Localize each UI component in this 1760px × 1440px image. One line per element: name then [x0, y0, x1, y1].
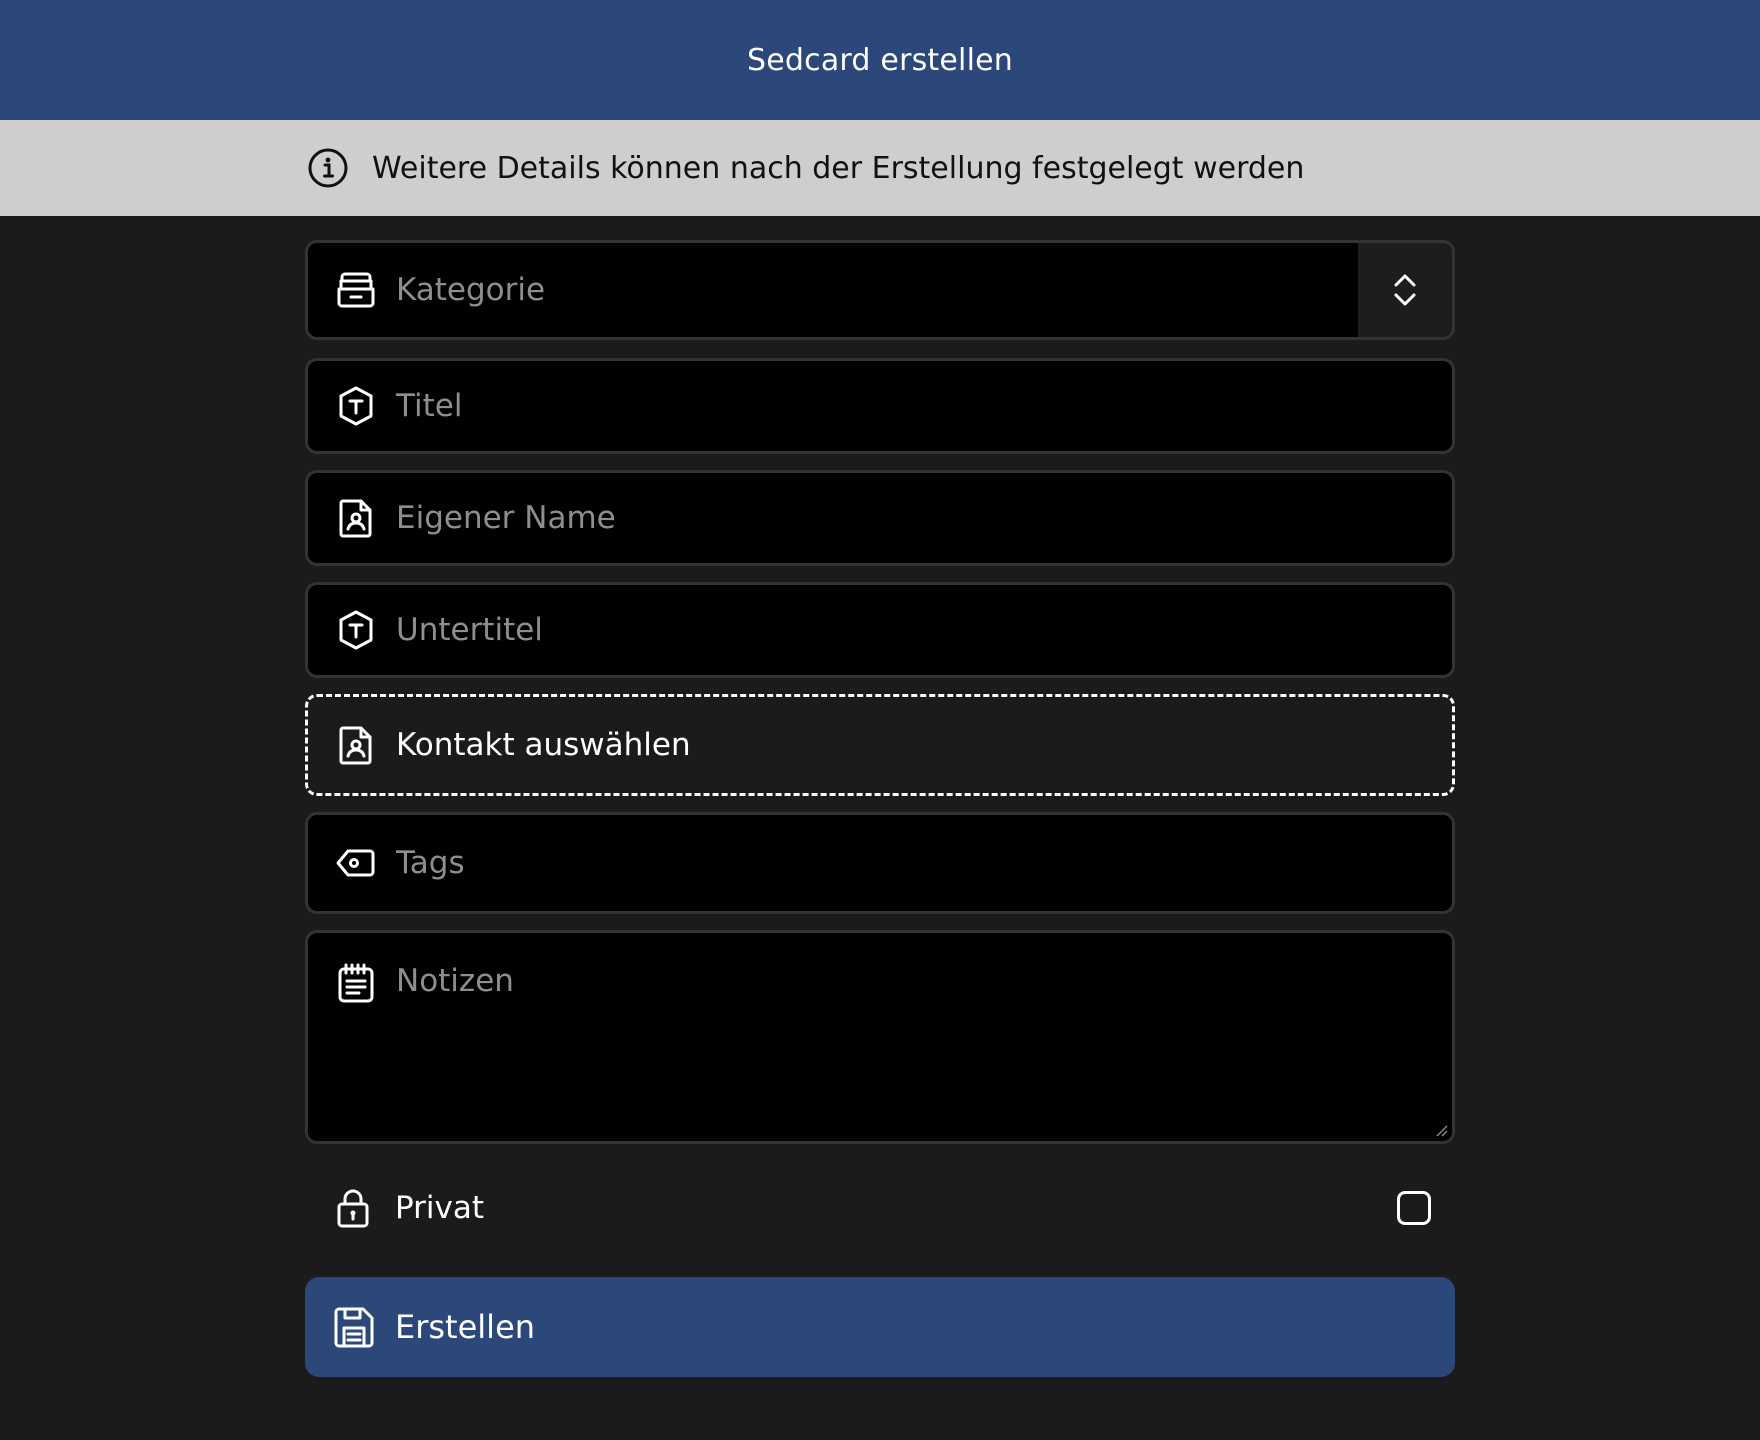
text-hexagon-icon [334, 608, 378, 652]
private-checkbox[interactable] [1397, 1191, 1431, 1225]
resize-handle-icon[interactable] [1432, 1121, 1448, 1137]
select-arrow[interactable] [1358, 243, 1452, 337]
subtitle-input[interactable]: Untertitel [305, 582, 1455, 678]
title-placeholder: Titel [396, 388, 463, 424]
info-icon [306, 146, 350, 190]
tags-input[interactable]: Tags [305, 812, 1455, 914]
create-button[interactable]: Erstellen [305, 1277, 1455, 1377]
category-icon [334, 268, 378, 312]
own-name-placeholder: Eigener Name [396, 500, 616, 536]
tags-placeholder: Tags [396, 845, 465, 881]
subtitle-placeholder: Untertitel [396, 612, 543, 648]
select-contact-label: Kontakt auswählen [396, 727, 691, 763]
contact-file-icon [334, 723, 378, 767]
lock-icon [331, 1186, 375, 1230]
notes-textarea[interactable]: Notizen [305, 930, 1455, 1144]
header-bar: Sedcard erstellen [0, 0, 1760, 120]
tag-icon [334, 841, 378, 885]
contact-file-icon [334, 496, 378, 540]
category-placeholder: Kategorie [396, 272, 546, 308]
create-button-label: Erstellen [395, 1308, 536, 1346]
chevron-up-down-icon [1394, 274, 1416, 306]
select-contact-button[interactable]: Kontakt auswählen [305, 694, 1455, 796]
page-title: Sedcard erstellen [747, 42, 1013, 78]
info-banner: Weitere Details können nach der Erstellu… [0, 120, 1760, 216]
private-label: Privat [395, 1190, 485, 1226]
own-name-input[interactable]: Eigener Name [305, 470, 1455, 566]
save-icon [331, 1304, 377, 1350]
title-input[interactable]: Titel [305, 358, 1455, 454]
info-text: Weitere Details können nach der Erstellu… [372, 150, 1305, 186]
notes-placeholder: Notizen [396, 963, 514, 999]
category-select[interactable]: Kategorie [305, 240, 1455, 340]
text-hexagon-icon [334, 384, 378, 428]
notes-icon [334, 961, 378, 1005]
private-row: Privat [305, 1180, 1455, 1236]
